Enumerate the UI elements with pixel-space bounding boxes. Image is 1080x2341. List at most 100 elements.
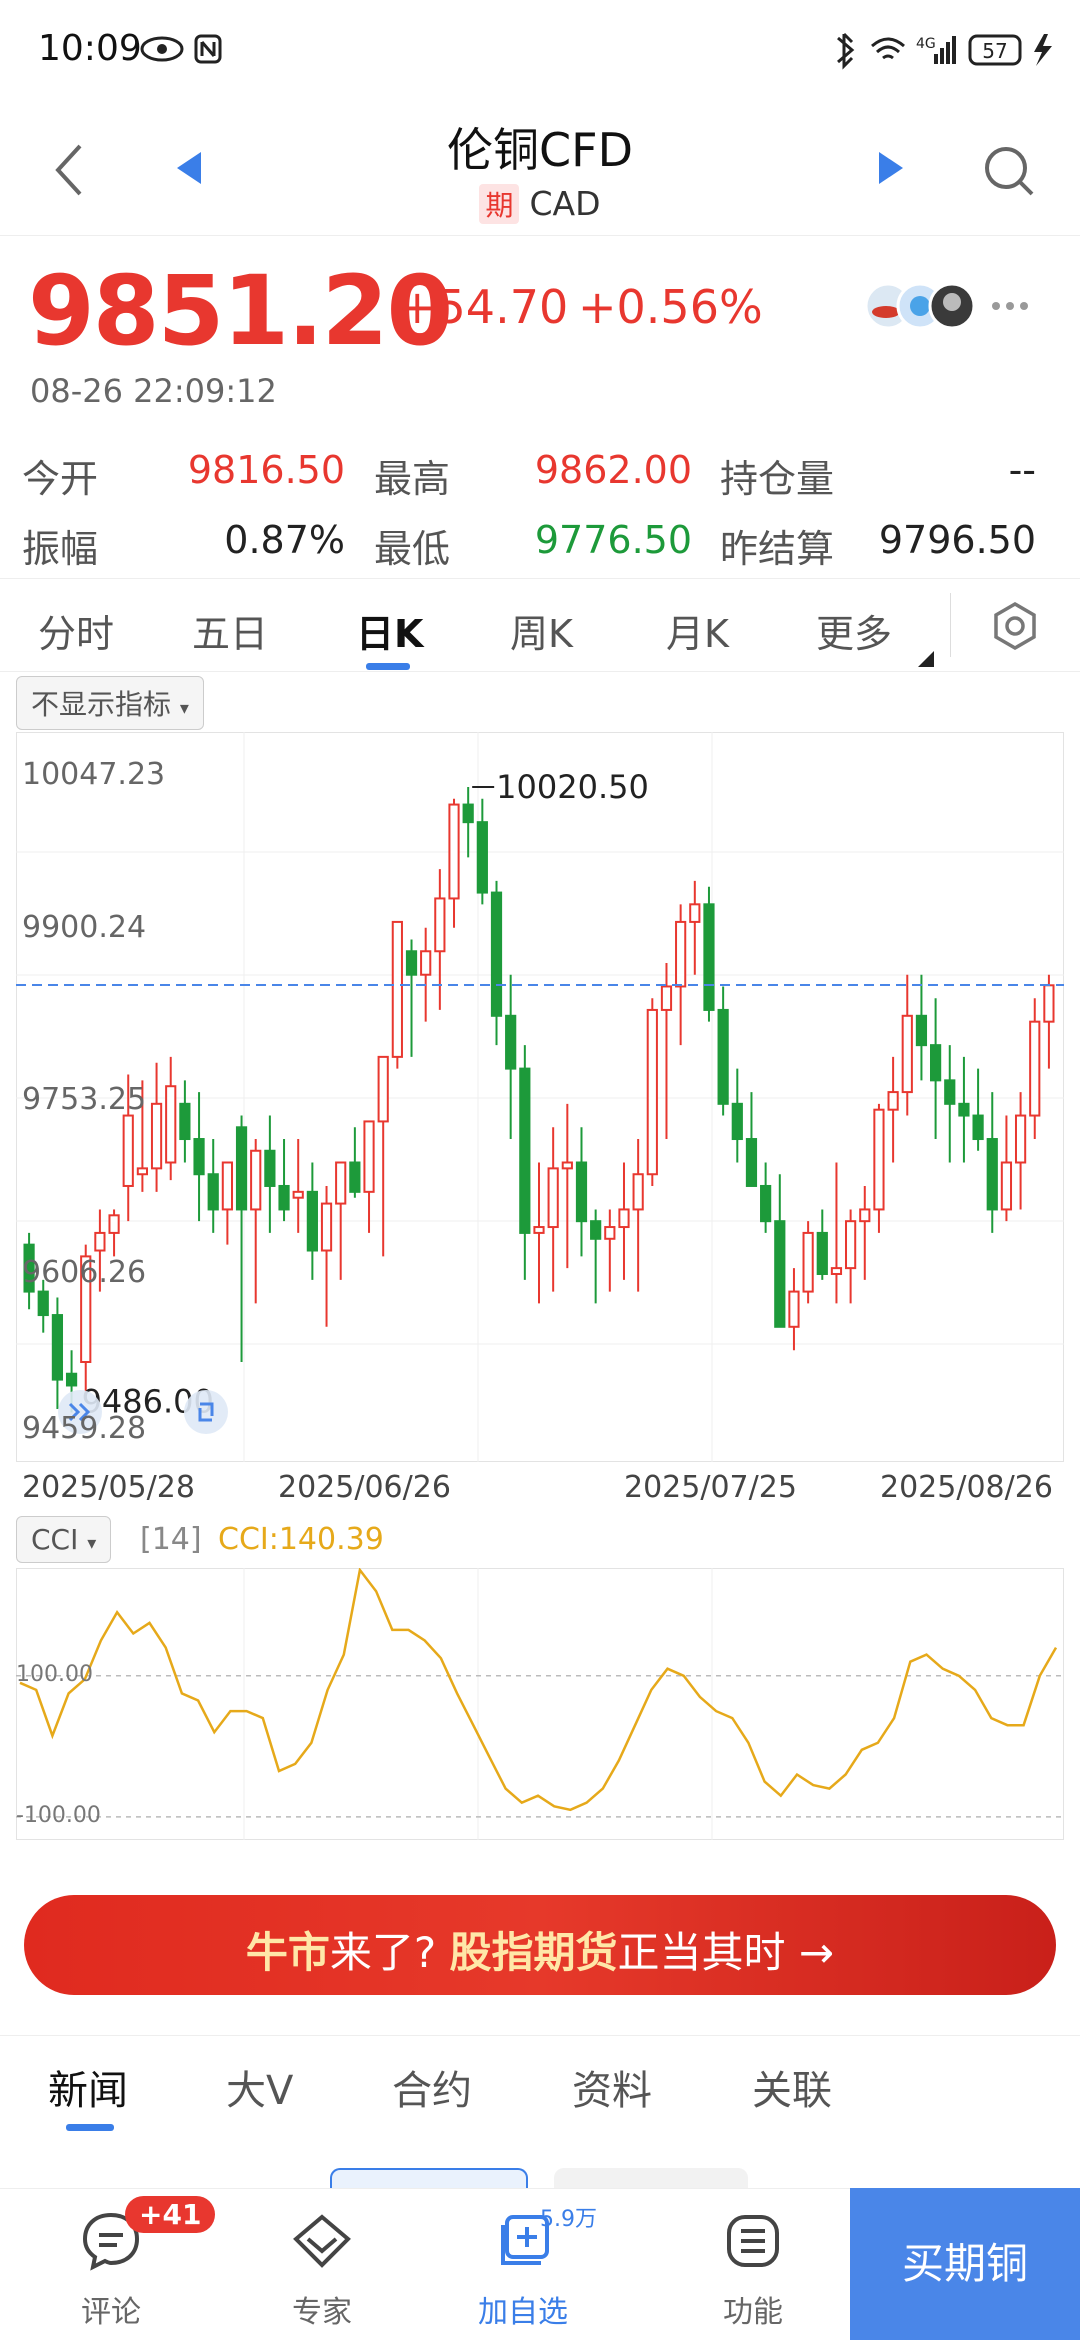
banner-text-3: 股指期货	[449, 1928, 618, 1977]
candle	[264, 1115, 276, 1233]
cci-y-label: 100.00	[16, 1661, 93, 1687]
candle	[632, 1139, 644, 1292]
candle	[830, 1162, 843, 1304]
content-tab[interactable]: 关联	[752, 2058, 832, 2116]
next-instrument-icon[interactable]	[875, 150, 905, 186]
candle	[207, 1139, 219, 1233]
content-tab[interactable]: 大V	[226, 2058, 293, 2116]
candle	[490, 880, 503, 1046]
battery-level: 57	[982, 39, 1007, 63]
chart-period-tabs: 分时 五日 日K 周K 月K 更多	[0, 578, 1080, 672]
quote-timestamp: 08-26 22:09:12	[30, 372, 277, 410]
nav-functions[interactable]: 功能	[688, 2189, 818, 2341]
x-axis-label: 2025/08/26	[880, 1470, 1053, 1505]
candle	[108, 1209, 120, 1257]
stat-value: 0.87%	[224, 518, 345, 562]
nav-functions-label: 功能	[723, 2295, 783, 2330]
arrow-right-icon: →	[798, 1928, 835, 1977]
candle	[660, 962, 673, 1140]
candle	[349, 1127, 361, 1198]
candle	[618, 1162, 630, 1280]
candle	[448, 798, 460, 928]
tab-period[interactable]: 更多	[816, 603, 892, 658]
candle	[774, 1174, 786, 1328]
candle	[1014, 1092, 1027, 1210]
content-tab[interactable]: 新闻	[48, 2058, 128, 2116]
cci-chart[interactable]	[16, 1568, 1064, 1840]
cci-selector[interactable]: CCI ▾	[16, 1516, 112, 1563]
candle	[363, 1120, 375, 1233]
dropdown-caret-icon: ▾	[87, 1533, 97, 1554]
candle	[476, 798, 488, 905]
tab-period[interactable]: 周K	[510, 603, 573, 658]
candle	[745, 1092, 758, 1187]
fullscreen-icon[interactable]	[184, 1390, 228, 1434]
cci-frame	[16, 1568, 1064, 1840]
candle	[165, 1056, 177, 1181]
search-icon[interactable]	[982, 144, 1038, 200]
cci-param: [14]	[140, 1522, 202, 1557]
more-dropdown-icon	[918, 651, 934, 667]
candle	[320, 1185, 333, 1327]
banner-text-4: 正当其时	[617, 1928, 786, 1977]
user-avatars[interactable]	[862, 280, 982, 332]
candle	[816, 1209, 828, 1280]
candle	[915, 974, 928, 1081]
candle	[689, 880, 701, 975]
candle	[929, 998, 942, 1140]
content-tab[interactable]: 合约	[392, 2058, 472, 2116]
candle	[235, 1115, 248, 1363]
stat-label: 最低	[374, 527, 451, 571]
indicator-selector-label: 不显示指标	[31, 688, 172, 721]
candle	[221, 1161, 233, 1245]
candle	[391, 920, 403, 1069]
more-icon[interactable]	[990, 300, 1030, 312]
candle	[958, 1056, 970, 1163]
y-axis-label: 10047.23	[22, 757, 166, 792]
candle	[604, 1209, 616, 1292]
price-change-percent: +0.56%	[578, 280, 763, 334]
candle	[972, 1068, 984, 1151]
nav-comments-label: 评论	[81, 2295, 141, 2330]
indicator-selector[interactable]: 不显示指标 ▾	[16, 676, 204, 730]
stat-label: 最高	[374, 457, 451, 501]
y-axis-label: 9900.24	[22, 909, 147, 945]
tab-period[interactable]: 月K	[666, 603, 729, 658]
tab-period[interactable]: 日K	[356, 603, 423, 658]
tab-period[interactable]: 分时	[38, 603, 114, 658]
candle	[845, 1209, 857, 1304]
candle	[887, 1056, 899, 1163]
candle	[944, 1045, 956, 1163]
candle	[405, 939, 418, 1057]
nav-experts[interactable]: 专家	[257, 2189, 387, 2341]
dropdown-caret-icon: ▾	[179, 698, 189, 719]
watchlist-count: 5.9万	[540, 2207, 597, 2232]
page-subtitle: 期 CAD	[0, 184, 1080, 224]
settings-icon[interactable]	[990, 601, 1040, 651]
tab-period[interactable]: 五日	[192, 603, 268, 658]
stat-value: 9816.50	[187, 448, 345, 492]
promo-banner[interactable]: 牛市来了? 股指期货正当其时 →	[24, 1895, 1056, 1995]
candle	[51, 1297, 64, 1409]
buy-copper-button[interactable]: 买期铜	[850, 2188, 1080, 2340]
candle	[561, 1103, 573, 1269]
candlestick-chart[interactable]: 10020.509486.00	[16, 732, 1064, 1462]
last-price: 9851.20	[28, 255, 453, 367]
cci-line	[19, 1568, 1058, 1812]
candle	[859, 1185, 871, 1280]
candle	[788, 1268, 800, 1351]
max-price-label: 10020.50	[496, 768, 649, 806]
candle	[150, 1062, 163, 1192]
instrument-code: CAD	[529, 184, 601, 223]
page-title: 伦铜CFD	[447, 123, 633, 177]
stat-value: 9796.50	[878, 518, 1036, 562]
candle	[873, 1103, 885, 1233]
diamond-icon	[293, 2214, 351, 2268]
content-tab[interactable]: 资料	[572, 2058, 652, 2116]
header: 伦铜CFD 期 CAD	[0, 100, 1080, 236]
y-axis-label: 9606.26	[22, 1254, 147, 1290]
status-bar: 10:09 4G 57	[0, 0, 1080, 100]
candle	[434, 869, 446, 1010]
x-axis-label: 2025/06/26	[278, 1470, 451, 1505]
candle	[802, 1221, 814, 1304]
